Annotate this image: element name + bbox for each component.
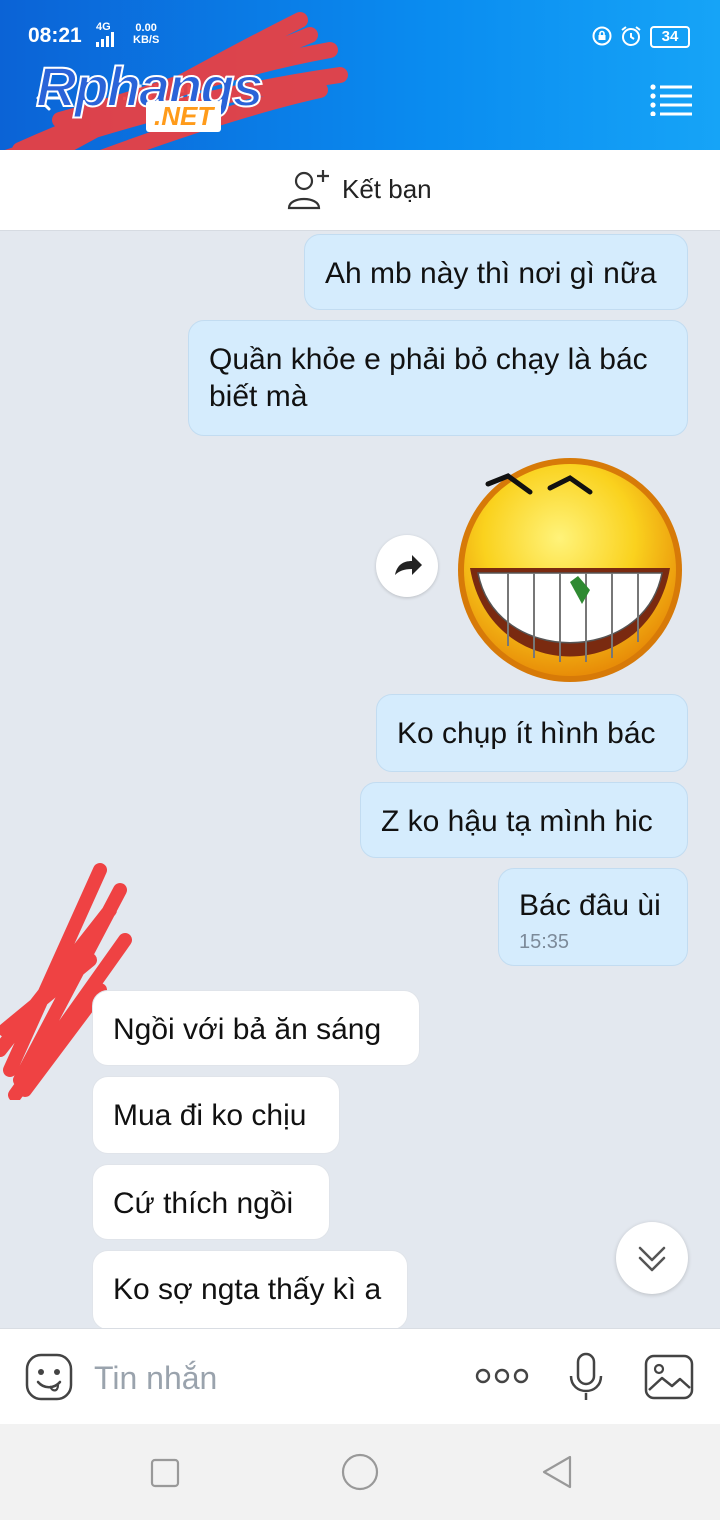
watermark-suffix: .NET	[146, 101, 222, 132]
add-friend-label[interactable]: Kết bạn	[342, 174, 432, 205]
scroll-to-bottom-button[interactable]	[616, 1222, 688, 1294]
home-icon[interactable]	[340, 1452, 380, 1492]
emoji-icon[interactable]	[24, 1352, 74, 1402]
more-dots-icon[interactable]	[474, 1366, 530, 1386]
message-bubble[interactable]: Ngồi với bả ăn sáng	[92, 990, 420, 1066]
double-chevron-down-icon	[638, 1246, 666, 1272]
message-bubble[interactable]: Cứ thích ngồi	[92, 1164, 330, 1240]
recent-apps-icon[interactable]	[150, 1458, 180, 1488]
message-time: 15:35	[519, 931, 570, 953]
message-bubble[interactable]: Ko chụp ít hình bác	[376, 694, 688, 772]
message-text: Ah mb này thì nơi gì nữa	[325, 257, 657, 290]
share-arrow-icon	[395, 555, 422, 575]
message-text: Bác đâu ùi	[519, 889, 661, 922]
image-icon[interactable]	[644, 1354, 694, 1400]
message-bubble[interactable]: Quần khỏe e phải bỏ chạy là bác biết mà	[188, 320, 688, 436]
message-text: Ngồi với bả ăn sáng	[113, 1013, 382, 1046]
share-button[interactable]	[376, 535, 438, 597]
message-text: Mua đi ko chịu	[113, 1099, 307, 1132]
message-text: Ko sợ ngta thấy kì a	[113, 1273, 382, 1306]
message-text: Cứ thích ngồi	[113, 1187, 294, 1220]
message-text: Z ko hậu tạ mình hic	[381, 805, 653, 838]
list-menu-icon[interactable]	[650, 84, 692, 116]
message-bubble[interactable]: Ko sợ ngta thấy kì a	[92, 1250, 408, 1330]
message-text: Quần khỏe e phải bỏ chạy là bác biết mà	[209, 343, 648, 413]
microphone-icon[interactable]	[568, 1352, 604, 1402]
add-person-icon[interactable]	[286, 168, 332, 210]
message-input[interactable]	[92, 1352, 456, 1404]
grinning-face-sticker[interactable]	[450, 456, 690, 686]
rotation-lock-icon	[592, 26, 612, 46]
message-bubble[interactable]: Bác đâu ùi 15:35	[498, 868, 688, 966]
message-bubble[interactable]: Ah mb này thì nơi gì nữa	[304, 234, 688, 310]
message-text: Ko chụp ít hình bác	[397, 717, 656, 750]
back-triangle-icon[interactable]	[540, 1454, 574, 1490]
message-bubble[interactable]: Z ko hậu tạ mình hic	[360, 782, 688, 858]
battery-indicator: 34	[650, 26, 690, 48]
alarm-icon	[621, 26, 641, 46]
message-bubble[interactable]: Mua đi ko chịu	[92, 1076, 340, 1154]
